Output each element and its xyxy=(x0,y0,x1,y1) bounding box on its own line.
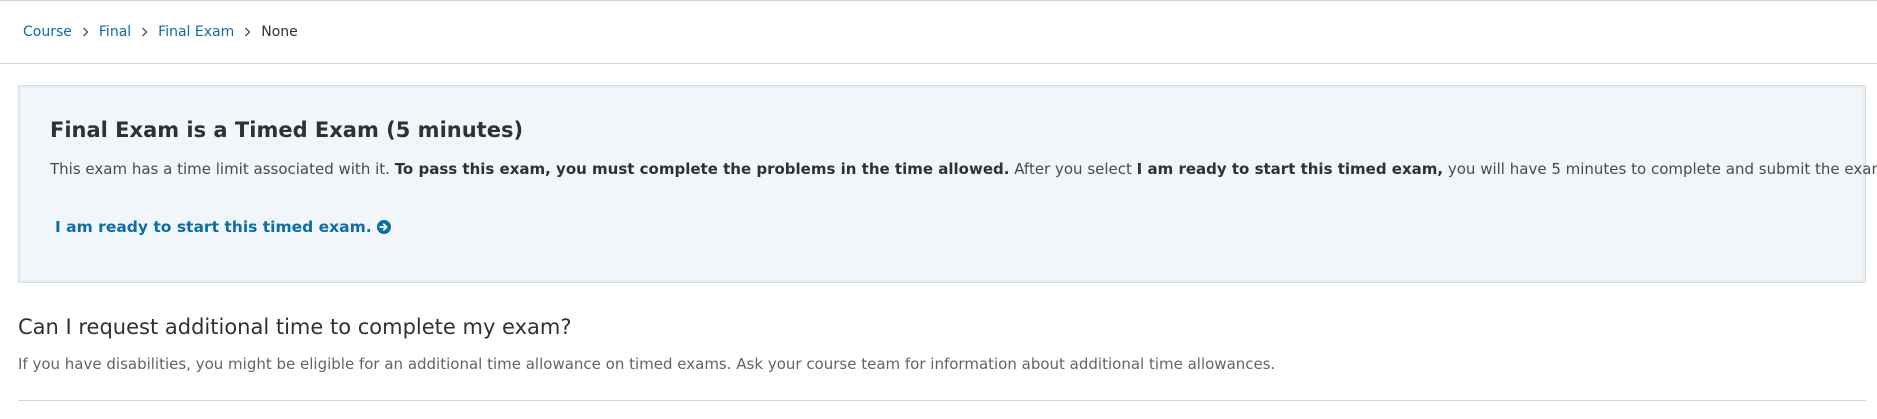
exam-description: This exam has a time limit associated wi… xyxy=(50,158,1877,180)
additional-time-text: If you have disabilities, you might be e… xyxy=(18,355,1276,373)
start-timed-exam-label: I am ready to start this timed exam. xyxy=(55,218,372,236)
breadcrumb-link-final-exam[interactable]: Final Exam xyxy=(158,22,234,42)
breadcrumb: Course Final Final Exam None xyxy=(23,22,298,42)
chevron-right-icon xyxy=(82,27,89,37)
breadcrumb-current: None xyxy=(261,24,298,40)
exam-desc-bold-1: To pass this exam, you must complete the… xyxy=(394,160,1010,178)
header-divider xyxy=(0,63,1877,64)
exam-desc-text-1: This exam has a time limit associated wi… xyxy=(50,160,395,178)
exam-desc-text-2: After you select xyxy=(1009,160,1137,178)
start-timed-exam-button[interactable]: I am ready to start this timed exam. xyxy=(55,216,391,238)
chevron-right-icon xyxy=(141,27,148,37)
exam-desc-bold-2: I am ready to start this timed exam, xyxy=(1136,160,1444,178)
timed-exam-panel: Final Exam is a Timed Exam (5 minutes) T… xyxy=(18,85,1877,283)
chevron-right-icon xyxy=(244,27,251,37)
additional-time-heading: Can I request additional time to complet… xyxy=(18,315,572,339)
arrow-circle-right-icon xyxy=(376,220,391,234)
top-divider xyxy=(0,0,1877,1)
breadcrumb-link-final[interactable]: Final xyxy=(99,22,131,42)
exam-title: Final Exam is a Timed Exam (5 minutes) xyxy=(50,118,524,142)
exam-desc-text-3: you will have 5 minutes to complete and … xyxy=(1443,160,1877,178)
bottom-divider xyxy=(18,400,1866,401)
breadcrumb-link-course[interactable]: Course xyxy=(23,22,72,42)
